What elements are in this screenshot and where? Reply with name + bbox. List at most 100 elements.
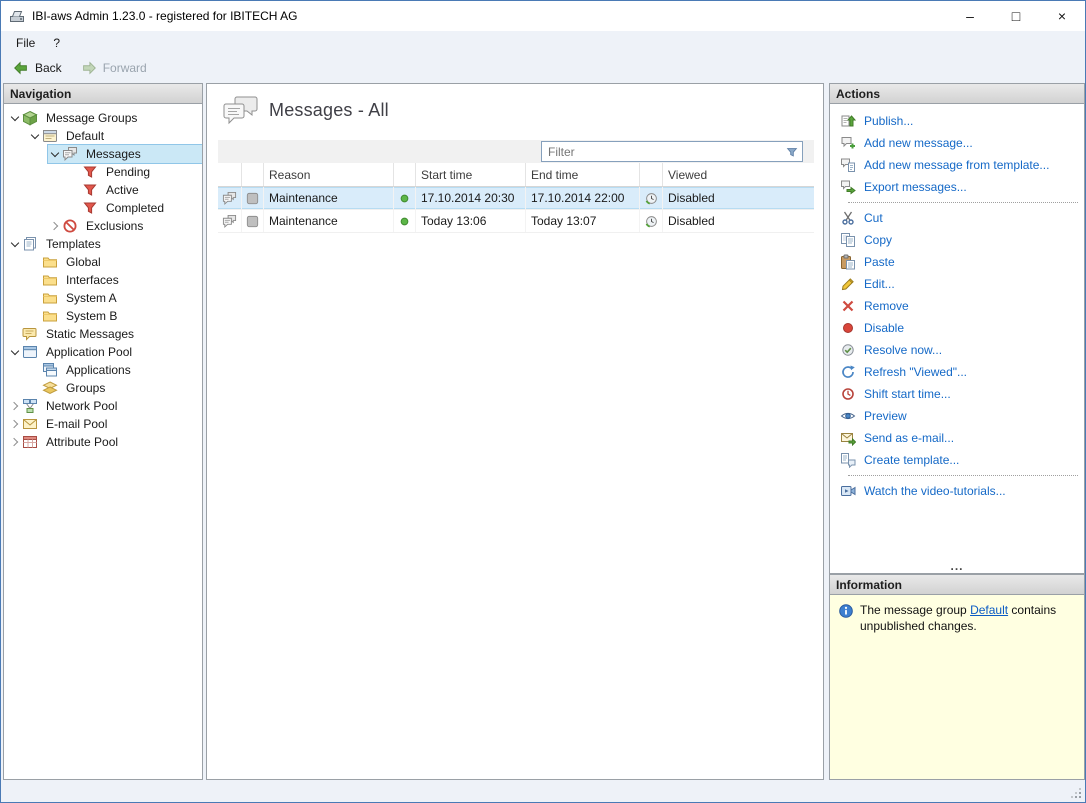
action-paste[interactable]: Paste (830, 251, 1084, 273)
menu-help[interactable]: ? (44, 33, 69, 53)
information-panel: Information The message group Default co… (829, 574, 1085, 780)
action-edit[interactable]: Edit... (830, 273, 1084, 295)
action-export-messages[interactable]: Export messages... (830, 176, 1084, 198)
action-shift-start-time[interactable]: Shift start time... (830, 383, 1084, 405)
folder-icon (42, 308, 58, 324)
chevron-expanded-icon[interactable] (48, 148, 62, 158)
chevron-collapsed-icon[interactable] (8, 437, 22, 447)
publish-icon (840, 113, 856, 129)
action-resolve-now[interactable]: Resolve now... (830, 339, 1084, 361)
column-header-spacer[interactable] (640, 163, 663, 186)
tree-item-groups[interactable]: Groups (28, 379, 202, 397)
column-header-spacer[interactable] (218, 163, 242, 186)
tree-item-exclusions[interactable]: Exclusions (48, 217, 202, 235)
tree-item-interfaces[interactable]: Interfaces (28, 271, 202, 289)
tree-item-completed[interactable]: Completed (68, 199, 202, 217)
chevron-collapsed-icon[interactable] (8, 419, 22, 429)
tree-item-static-messages[interactable]: Static Messages (8, 325, 202, 343)
tree-item-pending[interactable]: Pending (68, 163, 202, 181)
messages-table: Reason Start time End time Viewed Maintenanc… (218, 163, 814, 233)
menubar: File ? (1, 31, 1085, 55)
filter-funnel-icon[interactable] (785, 145, 799, 159)
tree-item-default[interactable]: Default (28, 127, 202, 145)
action-watch-the-video-tutorials[interactable]: Watch the video-tutorials... (830, 480, 1084, 502)
video-tutorials-icon (840, 483, 856, 499)
tree-item-e-mail-pool[interactable]: E-mail Pool (8, 415, 202, 433)
forward-button[interactable]: Forward (75, 57, 152, 79)
filter-band (218, 140, 814, 163)
action-preview[interactable]: Preview (830, 405, 1084, 427)
filter-input[interactable] (542, 144, 785, 159)
menu-file[interactable]: File (7, 33, 44, 53)
action-send-as-e-mail[interactable]: Send as e-mail... (830, 427, 1084, 449)
page-title: Messages - All (269, 99, 389, 120)
chevron-expanded-icon[interactable] (28, 130, 42, 140)
tree-item-system-b[interactable]: System B (28, 307, 202, 325)
chevron-expanded-icon[interactable] (8, 238, 22, 248)
action-add-new-message-from-template[interactable]: Add new message from template... (830, 154, 1084, 176)
tree-item-application-pool[interactable]: Application Pool (8, 343, 202, 361)
application-pool-icon (22, 344, 38, 360)
end-time-cell: Today 13:07 (526, 210, 640, 232)
action-label: Preview (864, 409, 907, 423)
minimize-button[interactable]: – (947, 1, 993, 31)
column-header-viewed[interactable]: Viewed (663, 163, 814, 186)
viewed-cell: Disabled (668, 214, 715, 228)
chevron-expanded-icon[interactable] (8, 112, 22, 122)
add-message-icon (840, 135, 856, 151)
chevron-collapsed-icon[interactable] (8, 401, 22, 411)
action-cut[interactable]: Cut (830, 207, 1084, 229)
back-arrow-icon (12, 59, 30, 77)
action-disable[interactable]: Disable (830, 317, 1084, 339)
message-bubble-icon-cell (218, 187, 242, 209)
message-row[interactable]: Maintenance 17.10.2014 20:30 17.10.2014 22… (218, 187, 814, 210)
action-refresh-viewed[interactable]: Refresh "Viewed"... (830, 361, 1084, 383)
chevron-expanded-icon[interactable] (8, 346, 22, 356)
action-create-template[interactable]: Create template... (830, 449, 1084, 471)
tree-item-applications[interactable]: Applications (28, 361, 202, 379)
tree-item-templates[interactable]: Templates (8, 235, 202, 253)
tree-item-message-groups[interactable]: Message Groups (8, 109, 202, 127)
chevron-collapsed-icon[interactable] (48, 221, 62, 231)
back-button[interactable]: Back (7, 57, 67, 79)
viewed-clock-icon (644, 191, 659, 206)
column-header-end-time[interactable]: End time (526, 163, 640, 186)
column-header-reason[interactable]: Reason (264, 163, 394, 186)
action-copy[interactable]: Copy (830, 229, 1084, 251)
tree-item-global[interactable]: Global (28, 253, 202, 271)
tree-item-system-a[interactable]: System A (28, 289, 202, 307)
disable-icon (840, 320, 856, 336)
action-publish[interactable]: Publish... (830, 110, 1084, 132)
close-button[interactable]: × (1039, 1, 1085, 31)
action-add-new-message[interactable]: Add new message... (830, 132, 1084, 154)
default-group-link[interactable]: Default (970, 603, 1008, 617)
tree-item-label: Default (66, 129, 105, 143)
filter-red-icon (82, 182, 98, 198)
actions-list: Publish... Add new message... Add new mess… (830, 104, 1084, 573)
viewed-cell: Disabled (668, 191, 715, 205)
message-row[interactable]: Maintenance Today 13:06 Today 13:07 Disable… (218, 210, 814, 233)
column-header-start-time[interactable]: Start time (416, 163, 526, 186)
default-group-icon (42, 128, 58, 144)
send-email-icon (840, 430, 856, 446)
maximize-button[interactable]: □ (993, 1, 1039, 31)
action-remove[interactable]: Remove (830, 295, 1084, 317)
action-label: Edit... (864, 277, 895, 291)
tree-item-label: Pending (106, 165, 151, 179)
actions-panel-header: Actions (830, 84, 1084, 104)
tree-item-label: E-mail Pool (46, 417, 108, 431)
shift-time-icon (840, 386, 856, 402)
groups-icon (42, 380, 58, 396)
tree-item-network-pool[interactable]: Network Pool (8, 397, 202, 415)
static-messages-icon (22, 326, 38, 342)
tree-item-messages[interactable]: Messages (47, 144, 202, 164)
tree-item-attribute-pool[interactable]: Attribute Pool (8, 433, 202, 451)
action-label: Add new message from template... (864, 158, 1050, 172)
tree-item-active[interactable]: Active (68, 181, 202, 199)
actions-panel: Actions Publish... Add new message... Add … (829, 83, 1085, 574)
column-header-spacer[interactable] (242, 163, 264, 186)
resize-grip[interactable] (1069, 786, 1081, 798)
tree-item-label: Groups (66, 381, 106, 395)
column-header-spacer[interactable] (394, 163, 416, 186)
actions-overflow-handle[interactable]: ... (830, 560, 1084, 572)
